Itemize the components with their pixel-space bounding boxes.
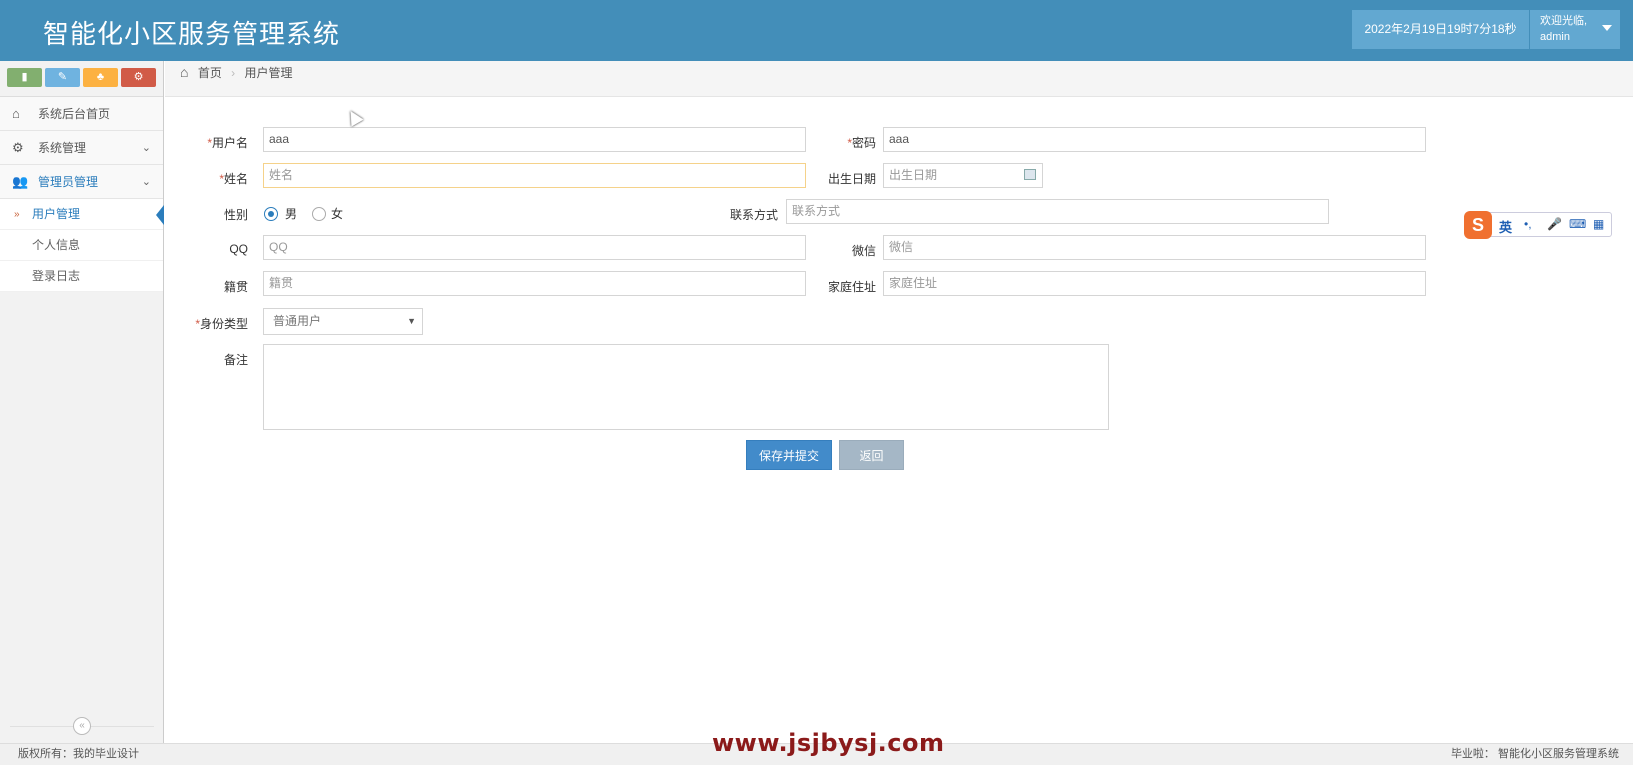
sidebar-item-label: 系统管理 <box>38 141 87 155</box>
contact-field[interactable]: 联系方式 <box>786 199 1329 224</box>
copyright-text: 版权所有：我的毕业设计 <box>18 748 139 760</box>
password-label: *密码 <box>847 136 876 150</box>
remark-textarea[interactable] <box>263 344 1109 430</box>
caret-down-icon[interactable] <box>1602 25 1612 31</box>
sidebar-item-system[interactable]: ⚙ 系统管理 ⌄ <box>0 131 163 165</box>
breadcrumb: ⌂ 首页 › 用户管理 <box>165 61 1633 97</box>
back-button[interactable]: 返回 <box>839 440 904 470</box>
native-place-field[interactable]: 籍贯 <box>263 271 806 296</box>
sidebar-subitem-label: 个人信息 <box>32 238 81 252</box>
sidebar-subitem-label: 登录日志 <box>32 269 81 283</box>
active-marker <box>156 205 164 225</box>
app-title: 智能化小区服务管理系统 <box>43 19 341 49</box>
sidebar-subitem-label: 用户管理 <box>32 207 81 221</box>
cogs-icon: ⚙ <box>12 140 24 155</box>
qq-label: QQ <box>229 242 248 256</box>
birthday-label: 出生日期 <box>827 172 876 186</box>
signal-icon[interactable]: ▮ <box>7 68 42 87</box>
sogou-logo-icon: S <box>1464 211 1492 239</box>
sidebar-subitem-user-management[interactable]: » 用户管理 <box>0 199 164 230</box>
qq-field[interactable]: QQ <box>263 235 806 260</box>
sidebar-item-label: 系统后台首页 <box>38 107 111 121</box>
sidebar-item-dashboard[interactable]: ⌂ 系统后台首页 <box>0 97 163 131</box>
gender-option-label: 女 <box>331 207 344 221</box>
breadcrumb-current: 用户管理 <box>244 66 293 80</box>
gender-label: 性别 <box>223 208 248 222</box>
username-field[interactable]: aaa <box>263 127 806 152</box>
name-label: *姓名 <box>219 172 248 186</box>
birthday-field[interactable]: 出生日期 <box>883 163 1043 188</box>
sidebar-item-label: 管理员管理 <box>38 175 99 189</box>
users-icon: 👥 <box>12 174 29 189</box>
identity-label: *身份类型 <box>195 317 248 331</box>
calendar-icon[interactable] <box>1024 169 1036 180</box>
keyboard-icon[interactable]: ⌨ <box>1569 217 1586 231</box>
sidebar-submenu: » 用户管理 个人信息 登录日志 <box>0 199 164 292</box>
cogs-icon[interactable]: ⚙ <box>121 68 156 87</box>
mouse-cursor-icon <box>344 107 364 127</box>
name-field[interactable]: 姓名 <box>263 163 806 188</box>
punctuation-icon[interactable]: •, <box>1524 217 1532 231</box>
datetime-display: 2022年2月19日19时7分18秒 <box>1352 10 1529 49</box>
top-navbar: 智能化小区服务管理系统 2022年2月19日19时7分18秒 欢迎光临, adm… <box>0 0 1633 61</box>
ime-toolbar[interactable]: S 英 •, 🎤 ⌨ ▦ <box>1464 211 1612 239</box>
username-label: *用户名 <box>207 136 248 150</box>
username-text: admin <box>1540 31 1570 43</box>
pencil-icon[interactable]: ✎ <box>45 68 80 87</box>
watermark-text: www.jsjbysj.com <box>712 729 945 757</box>
wechat-label: 微信 <box>851 244 876 258</box>
identity-select[interactable]: 普通用户 ▼ <box>263 308 423 335</box>
user-menu[interactable]: 欢迎光临, admin <box>1530 10 1620 49</box>
save-submit-button[interactable]: 保存并提交 <box>746 440 832 470</box>
chevron-down-icon: ▼ <box>407 316 416 326</box>
collapse-sidebar-icon[interactable]: « <box>73 717 91 735</box>
home-icon: ⌂ <box>180 64 189 80</box>
chevron-down-icon: ⌄ <box>141 176 151 188</box>
sidebar-shortcuts: ▮ ✎ ♣ ⚙ <box>0 61 163 97</box>
native-place-label: 籍贯 <box>223 280 248 294</box>
sidebar-subitem-profile[interactable]: 个人信息 <box>0 230 163 261</box>
password-field[interactable]: aaa <box>883 127 1426 152</box>
grid-icon[interactable]: ▦ <box>1593 217 1604 231</box>
ime-mode[interactable]: 英 <box>1499 217 1512 236</box>
site-text: 毕业啦： 智能化小区服务管理系统 <box>1450 748 1619 760</box>
wechat-field[interactable]: 微信 <box>883 235 1426 260</box>
double-angle-right-icon: » <box>14 209 20 220</box>
contact-label: 联系方式 <box>729 208 778 222</box>
microphone-icon[interactable]: 🎤 <box>1547 217 1562 231</box>
sidebar-subitem-login-log[interactable]: 登录日志 <box>0 261 163 292</box>
home-icon: ⌂ <box>12 106 20 121</box>
chevron-down-icon: ⌄ <box>141 142 151 154</box>
address-label: 家庭住址 <box>827 280 876 294</box>
sidebar-item-admin[interactable]: 👥 管理员管理 ⌄ <box>0 165 163 199</box>
gender-option-label: 男 <box>285 207 298 221</box>
gender-radio-male[interactable] <box>264 207 278 221</box>
gender-radio-female[interactable] <box>312 207 326 221</box>
users-icon[interactable]: ♣ <box>83 68 118 87</box>
sidebar: ▮ ✎ ♣ ⚙ ⌂ 系统后台首页 ⚙ 系统管理 ⌄ 👥 管理员管理 ⌄ » 用户管理 … <box>0 61 164 743</box>
address-field[interactable]: 家庭住址 <box>883 271 1426 296</box>
breadcrumb-separator: › <box>231 66 236 80</box>
remark-label: 备注 <box>223 353 248 367</box>
breadcrumb-home[interactable]: 首页 <box>198 66 222 80</box>
